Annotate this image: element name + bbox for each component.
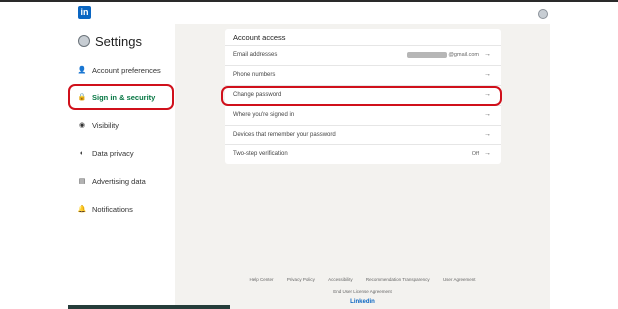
arrow-right-icon: → [484, 71, 491, 78]
row-label: Devices that remember your password [233, 132, 336, 138]
footer-links: Help Center Privacy Policy Accessibility… [175, 277, 550, 282]
footer-link-recommendation-transparency[interactable]: Recommendation Transparency [366, 277, 430, 282]
sidebar-item-visibility[interactable]: ◉ Visibility [75, 117, 119, 133]
top-navigation-bar: in [0, 0, 618, 24]
shield-icon: ◐ [79, 149, 85, 157]
sidebar-item-advertising-data[interactable]: ▤ Advertising data [75, 173, 146, 189]
sidebar-item-data-privacy[interactable]: ◐ Data privacy [75, 145, 134, 161]
profile-avatar-icon [78, 35, 90, 47]
email-domain: @gmail.com [448, 52, 479, 58]
footer-link-privacy-policy[interactable]: Privacy Policy [287, 277, 315, 282]
person-icon: 👤 [77, 67, 87, 74]
arrow-right-icon: → [484, 111, 491, 118]
row-email-addresses[interactable]: Email addresses @gmail.com → [225, 45, 501, 65]
sidebar-item-label: Account preferences [92, 65, 161, 75]
two-step-status: Off [471, 151, 479, 157]
row-two-step-verification[interactable]: Two-step verification Off → [225, 144, 501, 164]
row-label: Email addresses [233, 52, 278, 58]
sidebar-item-label: Notifications [92, 204, 133, 214]
sidebar-item-label: Data privacy [92, 148, 134, 158]
row-label: Where you're signed in [233, 112, 295, 118]
redacted-email-blur [407, 52, 448, 58]
email-value: @gmail.com [407, 52, 479, 58]
newspaper-icon: ▤ [78, 178, 86, 185]
highlight-change-password [221, 86, 502, 106]
linkedin-logo-icon[interactable]: in [78, 6, 91, 19]
arrow-right-icon: → [484, 131, 491, 138]
sidebar-item-notifications[interactable]: 🔔 Notifications [75, 201, 133, 217]
highlight-sign-in-security [68, 84, 174, 110]
sidebar-item-label: Visibility [92, 120, 119, 130]
arrow-right-icon: → [484, 51, 491, 58]
arrow-right-icon: → [484, 150, 491, 157]
sidebar-item-label: Advertising data [92, 176, 146, 186]
row-phone-numbers[interactable]: Phone numbers → [225, 65, 501, 85]
card-title: Account access [233, 33, 286, 42]
footer-link-accessibility[interactable]: Accessibility [328, 277, 353, 282]
settings-sidebar: Settings 👤 Account preferences 🔒 Sign in… [63, 24, 175, 309]
footer-link-user-agreement[interactable]: User Agreement [443, 277, 476, 282]
row-label: Phone numbers [233, 72, 276, 78]
footer-link-help-center[interactable]: Help Center [250, 277, 274, 282]
bottom-status-bar [68, 305, 230, 309]
eye-icon: ◉ [78, 122, 86, 129]
row-label: Two-step verification [233, 151, 288, 157]
settings-header: Settings [78, 32, 142, 50]
footer-linkedin-logo: Linkedin [350, 299, 375, 305]
row-where-signed-in[interactable]: Where you're signed in → [225, 105, 501, 125]
row-devices-remember-password[interactable]: Devices that remember your password → [225, 125, 501, 145]
footer-link-eula[interactable]: End User License Agreement [175, 289, 550, 294]
settings-title: Settings [95, 33, 142, 49]
bell-icon: 🔔 [77, 206, 87, 213]
sidebar-item-account-preferences[interactable]: 👤 Account preferences [75, 62, 161, 78]
user-avatar-icon[interactable] [538, 9, 548, 19]
main-content: Account access Email addresses @gmail.co… [175, 24, 550, 309]
